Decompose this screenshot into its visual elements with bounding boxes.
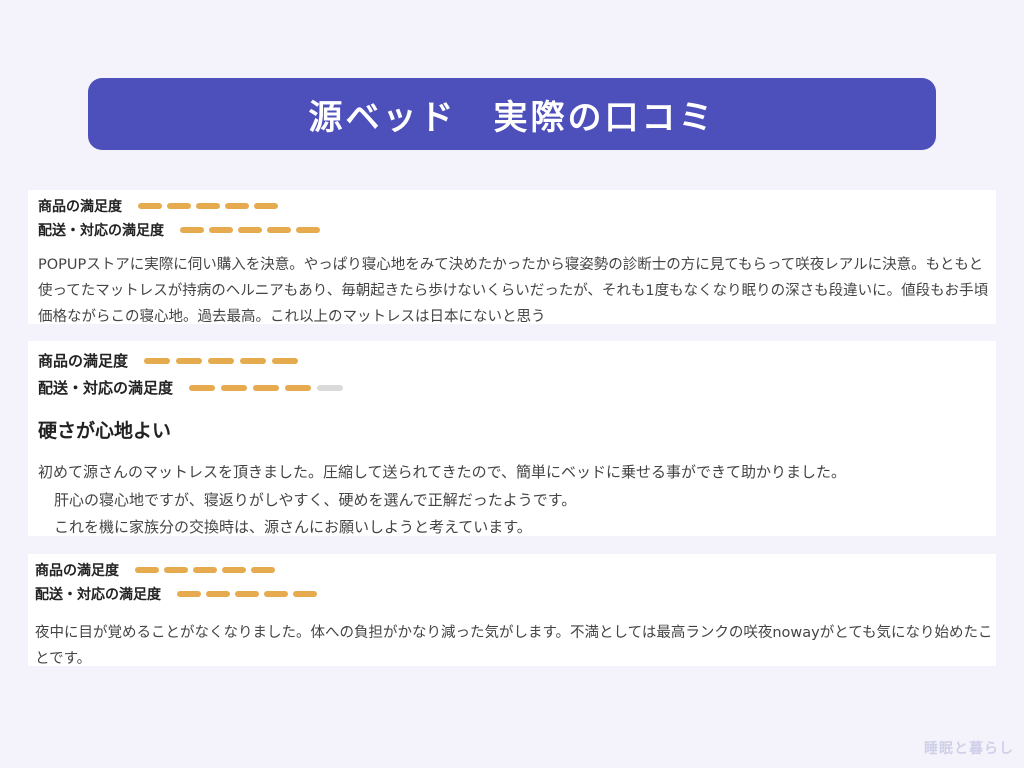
- rating-bar-filled: [144, 357, 171, 364]
- rating-bar-empty: [317, 384, 344, 391]
- delivery-rating-label: 配送・対応の満足度: [38, 223, 164, 239]
- delivery-rating-row: 配送・対応の満足度: [38, 218, 996, 242]
- product-rating-bars: [138, 203, 283, 209]
- product-rating-row: 商品の満足度: [38, 194, 996, 218]
- rating-bar-filled: [285, 384, 312, 391]
- rating-bar-filled: [296, 227, 320, 233]
- rating-bar-filled: [222, 567, 246, 573]
- rating-bar-filled: [267, 227, 291, 233]
- review-line: 初めて源さんのマットレスを頂きました。圧縮して送られてきたので、簡単にベッドに乗…: [38, 463, 847, 481]
- rating-bar-filled: [293, 591, 317, 597]
- title-banner: 源ベッド 実際の口コミ: [88, 78, 936, 150]
- review-text: POPUPストアに実際に伺い購入を決意。やっぱり寝心地をみて決めたかったから寝姿…: [38, 257, 989, 325]
- delivery-rating-row: 配送・対応の満足度: [35, 582, 996, 606]
- rating-bar-filled: [240, 357, 267, 364]
- delivery-rating-bars: [177, 591, 322, 597]
- product-rating-bars: [144, 357, 304, 364]
- delivery-rating-label: 配送・対応の満足度: [38, 379, 174, 397]
- rating-bar-filled: [177, 591, 201, 597]
- product-rating-label: 商品の満足度: [38, 352, 129, 370]
- rating-bar-filled: [196, 203, 220, 209]
- rating-bar-filled: [208, 357, 235, 364]
- review-card: 商品の満足度 配送・対応の満足度 夜中に目が覚めることがなくなりました。体への負…: [28, 554, 996, 667]
- delivery-rating-bars: [189, 384, 349, 391]
- rating-bar-filled: [221, 384, 248, 391]
- rating-bar-filled: [209, 227, 233, 233]
- rating-bar-filled: [264, 591, 288, 597]
- rating-bar-filled: [238, 227, 262, 233]
- rating-bar-filled: [138, 203, 162, 209]
- product-rating-bars: [135, 567, 280, 573]
- rating-bar-filled: [206, 591, 230, 597]
- delivery-rating-bars: [180, 227, 325, 233]
- rating-bar-filled: [167, 203, 191, 209]
- rating-bar-filled: [272, 357, 299, 364]
- rating-bar-filled: [225, 203, 249, 209]
- review-text: 初めて源さんのマットレスを頂きました。圧縮して送られてきたので、簡単にベッドに乗…: [38, 459, 996, 542]
- review-text: 夜中に目が覚めることがなくなりました。体への負担がかなり減った気がします。不満と…: [35, 625, 993, 667]
- rating-bar-filled: [193, 567, 217, 573]
- delivery-rating-row: 配送・対応の満足度: [38, 374, 996, 401]
- rating-bar-filled: [164, 567, 188, 573]
- rating-bar-filled: [235, 591, 259, 597]
- review-card: 商品の満足度 配送・対応の満足度 POPUPストアに実際に伺い購入を決意。やっぱ…: [28, 190, 996, 325]
- review-line: これを機に家族分の交換時は、源さんにお願いしようと考えています。: [54, 518, 532, 536]
- review-line: 肝心の寝心地ですが、寝返りがしやすく、硬めを選んで正解だったようです。: [54, 490, 577, 509]
- review-heading: 硬さが心地よい: [38, 420, 172, 442]
- watermark-logo: 睡眠と暮らし: [924, 741, 1014, 757]
- review-card: 商品の満足度 配送・対応の満足度 硬さが心地よい 初めて源さんのマットレスを頂き…: [28, 341, 996, 536]
- product-rating-label: 商品の満足度: [38, 199, 122, 215]
- rating-bar-filled: [253, 384, 280, 391]
- product-rating-row: 商品の満足度: [38, 347, 996, 374]
- delivery-rating-label: 配送・対応の満足度: [35, 587, 161, 603]
- rating-bar-filled: [189, 384, 216, 391]
- rating-bar-filled: [135, 567, 159, 573]
- rating-bar-filled: [180, 227, 204, 233]
- rating-bar-filled: [254, 203, 278, 209]
- rating-bar-filled: [251, 567, 275, 573]
- product-rating-label: 商品の満足度: [35, 563, 119, 579]
- rating-bar-filled: [176, 357, 203, 364]
- page-title: 源ベッド 実際の口コミ: [308, 97, 716, 138]
- product-rating-row: 商品の満足度: [35, 558, 996, 582]
